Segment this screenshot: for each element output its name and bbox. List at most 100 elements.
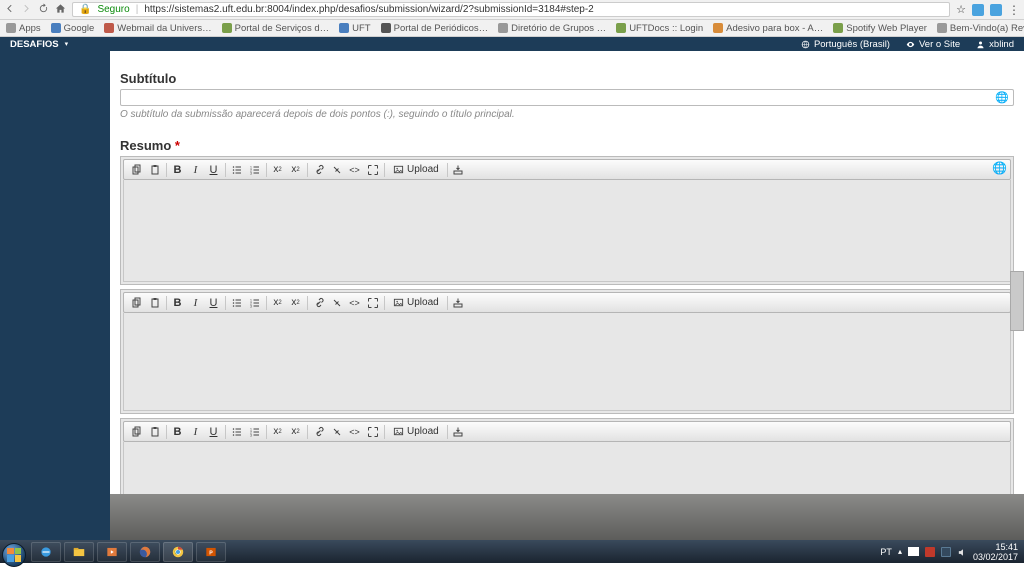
bookmark-item[interactable]: Google — [51, 23, 95, 34]
editor-area[interactable] — [123, 313, 1011, 411]
italic-button[interactable]: I — [187, 423, 205, 440]
bookmark-item[interactable]: Bem-Vindo(a) Reven… — [937, 23, 1024, 34]
insert-button[interactable] — [450, 423, 468, 440]
taskbar-item-media[interactable] — [97, 542, 127, 562]
bookmark-item[interactable]: Portal de Serviços d… — [222, 23, 330, 34]
bold-button[interactable]: B — [169, 294, 187, 311]
insert-button[interactable] — [450, 294, 468, 311]
unlink-icon[interactable] — [328, 423, 346, 440]
bookmark-item[interactable]: Diretório de Grupos … — [498, 23, 606, 34]
taskbar-item-powerpoint[interactable]: P — [196, 542, 226, 562]
forward-icon[interactable] — [21, 3, 32, 17]
globe-icon — [801, 40, 810, 49]
journal-title[interactable]: DESAFIOS — [10, 39, 59, 50]
desktop-background — [110, 494, 1024, 540]
volume-icon[interactable] — [957, 547, 967, 557]
paste-icon[interactable] — [146, 294, 164, 311]
copy-icon[interactable] — [128, 294, 146, 311]
scrollbar-thumb[interactable] — [1010, 271, 1024, 331]
svg-text:3: 3 — [250, 304, 252, 308]
number-list-icon[interactable]: 123 — [246, 423, 264, 440]
home-icon[interactable] — [55, 3, 66, 17]
subscript-icon[interactable]: x2 — [287, 161, 305, 178]
taskbar-item-chrome[interactable] — [163, 542, 193, 562]
link-icon[interactable] — [310, 423, 328, 440]
subtitle-input[interactable]: 🌐 — [120, 89, 1014, 106]
back-icon[interactable] — [4, 3, 15, 17]
globe-icon[interactable]: 🌐 — [995, 91, 1009, 104]
code-icon[interactable]: <> — [346, 294, 364, 311]
insert-button[interactable] — [450, 161, 468, 178]
bookmark-item[interactable]: UFT — [339, 23, 370, 34]
svg-text:3: 3 — [250, 171, 252, 175]
link-icon[interactable] — [310, 161, 328, 178]
code-icon[interactable]: <> — [346, 161, 364, 178]
tray-icon[interactable] — [941, 547, 951, 557]
subscript-icon[interactable]: x2 — [287, 423, 305, 440]
unlink-icon[interactable] — [328, 161, 346, 178]
language-switch[interactable]: Português (Brasil) — [801, 39, 890, 50]
unlink-icon[interactable] — [328, 294, 346, 311]
copy-icon[interactable] — [128, 423, 146, 440]
svg-text:3: 3 — [250, 433, 252, 437]
superscript-icon[interactable]: x2 — [269, 423, 287, 440]
bookmark-item[interactable]: Spotify Web Player — [833, 23, 927, 34]
fullscreen-icon[interactable] — [364, 161, 382, 178]
start-button[interactable] — [2, 539, 28, 565]
bullet-list-icon[interactable] — [228, 161, 246, 178]
number-list-icon[interactable]: 123 — [246, 294, 264, 311]
superscript-icon[interactable]: x2 — [269, 161, 287, 178]
view-site-link[interactable]: Ver o Site — [906, 39, 960, 50]
editor-area[interactable] — [123, 180, 1011, 282]
code-icon[interactable]: <> — [346, 423, 364, 440]
globe-icon[interactable]: 🌐 — [992, 161, 1007, 175]
tray-expand-icon[interactable]: ▴ — [898, 547, 902, 556]
lang-indicator[interactable]: PT — [880, 547, 892, 557]
paste-icon[interactable] — [146, 423, 164, 440]
copy-icon[interactable] — [128, 161, 146, 178]
fullscreen-icon[interactable] — [364, 423, 382, 440]
underline-button[interactable]: U — [205, 161, 223, 178]
taskbar-item-ie[interactable] — [31, 542, 61, 562]
number-list-icon[interactable]: 123 — [246, 161, 264, 178]
flag-icon[interactable] — [908, 547, 919, 556]
taskbar-item-explorer[interactable] — [64, 542, 94, 562]
italic-button[interactable]: I — [187, 294, 205, 311]
subscript-icon[interactable]: x2 — [287, 294, 305, 311]
bullet-list-icon[interactable] — [228, 294, 246, 311]
bookmark-item[interactable]: Portal de Periódicos… — [381, 23, 489, 34]
superscript-icon[interactable]: x2 — [269, 294, 287, 311]
bookmark-item[interactable]: Webmail da Univers… — [104, 23, 211, 34]
upload-button[interactable]: Upload — [387, 164, 445, 175]
clock[interactable]: 15:41 03/02/2017 — [973, 542, 1018, 562]
extension-icon[interactable] — [972, 4, 984, 16]
image-icon — [393, 164, 404, 175]
bold-button[interactable]: B — [169, 161, 187, 178]
underline-button[interactable]: U — [205, 423, 223, 440]
bold-button[interactable]: B — [169, 423, 187, 440]
chevron-down-icon[interactable]: ▾ — [65, 40, 69, 48]
required-marker: * — [175, 138, 180, 153]
bookmark-item[interactable]: Adesivo para box - A… — [713, 23, 823, 34]
upload-button[interactable]: Upload — [387, 297, 445, 308]
underline-button[interactable]: U — [205, 294, 223, 311]
bullet-list-icon[interactable] — [228, 423, 246, 440]
bookmark-star-icon[interactable]: ☆ — [956, 3, 966, 16]
tray-icon[interactable] — [925, 547, 935, 557]
security-label: Seguro — [97, 4, 129, 15]
fullscreen-icon[interactable] — [364, 294, 382, 311]
link-icon[interactable] — [310, 294, 328, 311]
paste-icon[interactable] — [146, 161, 164, 178]
user-menu[interactable]: xblind — [976, 39, 1014, 50]
italic-button[interactable]: I — [187, 161, 205, 178]
extension-icon[interactable] — [990, 4, 1002, 16]
url-text: https://sistemas2.uft.edu.br:8004/index.… — [144, 4, 593, 15]
upload-button[interactable]: Upload — [387, 426, 445, 437]
bookmark-item[interactable]: UFTDocs :: Login — [616, 23, 703, 34]
address-bar[interactable]: 🔒 Seguro | https://sistemas2.uft.edu.br:… — [72, 2, 950, 17]
reload-icon[interactable] — [38, 3, 49, 17]
svg-text:P: P — [209, 550, 213, 556]
sidebar — [0, 51, 110, 545]
taskbar-item-firefox[interactable] — [130, 542, 160, 562]
apps-button[interactable]: Apps — [6, 23, 41, 34]
